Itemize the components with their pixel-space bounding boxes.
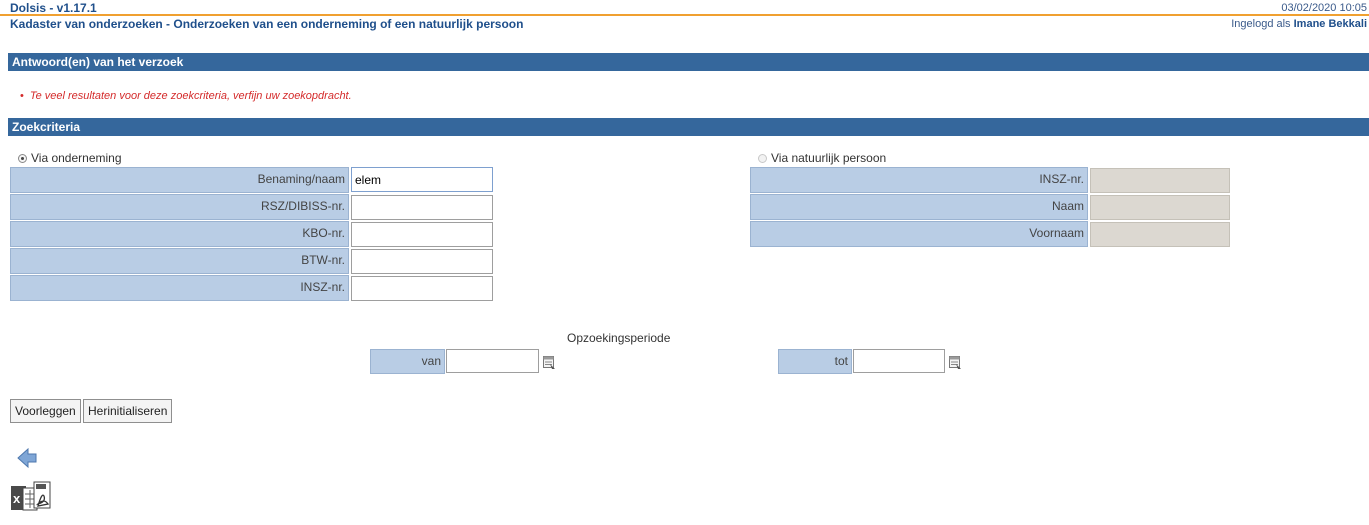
calendar-icon[interactable] [543, 355, 556, 370]
voornaam-input[interactable] [1090, 222, 1230, 247]
insz-company-input[interactable] [351, 276, 493, 301]
label-btw: BTW-nr. [10, 248, 349, 274]
label-van: van [370, 349, 445, 374]
benaming-input[interactable] [351, 167, 493, 192]
top-header: Dolsis - v1.17.1 03/02/2020 10:05 Kadast… [0, 0, 1369, 31]
calendar-icon[interactable] [949, 355, 962, 370]
label-benaming: Benaming/naam [10, 167, 349, 193]
back-arrow-icon[interactable] [17, 447, 37, 469]
page-title: Kadaster van onderzoeken - Onderzoeken v… [10, 17, 524, 31]
label-tot: tot [778, 349, 852, 374]
naam-input[interactable] [1090, 195, 1230, 220]
app-title: Dolsis - v1.17.1 [10, 1, 97, 15]
radio-checked-icon[interactable] [18, 153, 27, 163]
label-naam: Naam [750, 194, 1088, 220]
tot-date-input[interactable] [853, 349, 945, 373]
datetime: 03/02/2020 10:05 [1281, 2, 1367, 14]
rsz-input[interactable] [351, 195, 493, 220]
login-prefix: Ingelogd als [1231, 18, 1291, 30]
answers-section-header: Antwoord(en) van het verzoek [8, 53, 1369, 71]
submit-button[interactable]: Voorleggen [10, 399, 81, 423]
svg-text:x: x [13, 491, 21, 506]
radio-label-persoon: Via natuurlijk persoon [771, 151, 887, 165]
criteria-section-header: Zoekcriteria [8, 118, 1369, 136]
user-name: Imane Bekkali [1293, 18, 1367, 30]
error-text: Te veel resultaten voor deze zoekcriteri… [29, 90, 352, 102]
radio-via-onderneming[interactable]: Via onderneming [18, 151, 122, 165]
insz-person-input[interactable] [1090, 168, 1230, 193]
header-divider [0, 14, 1369, 16]
period-title: Opzoekingsperiode [567, 331, 671, 345]
label-voornaam: Voornaam [750, 221, 1088, 247]
label-kbo: KBO-nr. [10, 221, 349, 247]
reset-button[interactable]: Herinitialiseren [83, 399, 173, 423]
radio-via-natuurlijk-persoon[interactable]: Via natuurlijk persoon [758, 151, 886, 165]
radio-label-onderneming: Via onderneming [31, 151, 122, 165]
label-rsz: RSZ/DIBISS-nr. [10, 194, 349, 220]
btw-input[interactable] [351, 249, 493, 274]
van-date-input[interactable] [446, 349, 539, 373]
excel-pdf-export-icon[interactable]: x [10, 480, 62, 514]
error-message: • Te veel resultaten voor deze zoekcriter… [20, 90, 352, 102]
label-insz-company: INSZ-nr. [10, 275, 349, 301]
kbo-input[interactable] [351, 222, 493, 247]
login-info: Ingelogd als Imane Bekkali [1231, 18, 1367, 30]
radio-unchecked-icon[interactable] [758, 153, 767, 163]
label-insz-person: INSZ-nr. [750, 167, 1088, 193]
bullet-icon: • [20, 90, 24, 102]
